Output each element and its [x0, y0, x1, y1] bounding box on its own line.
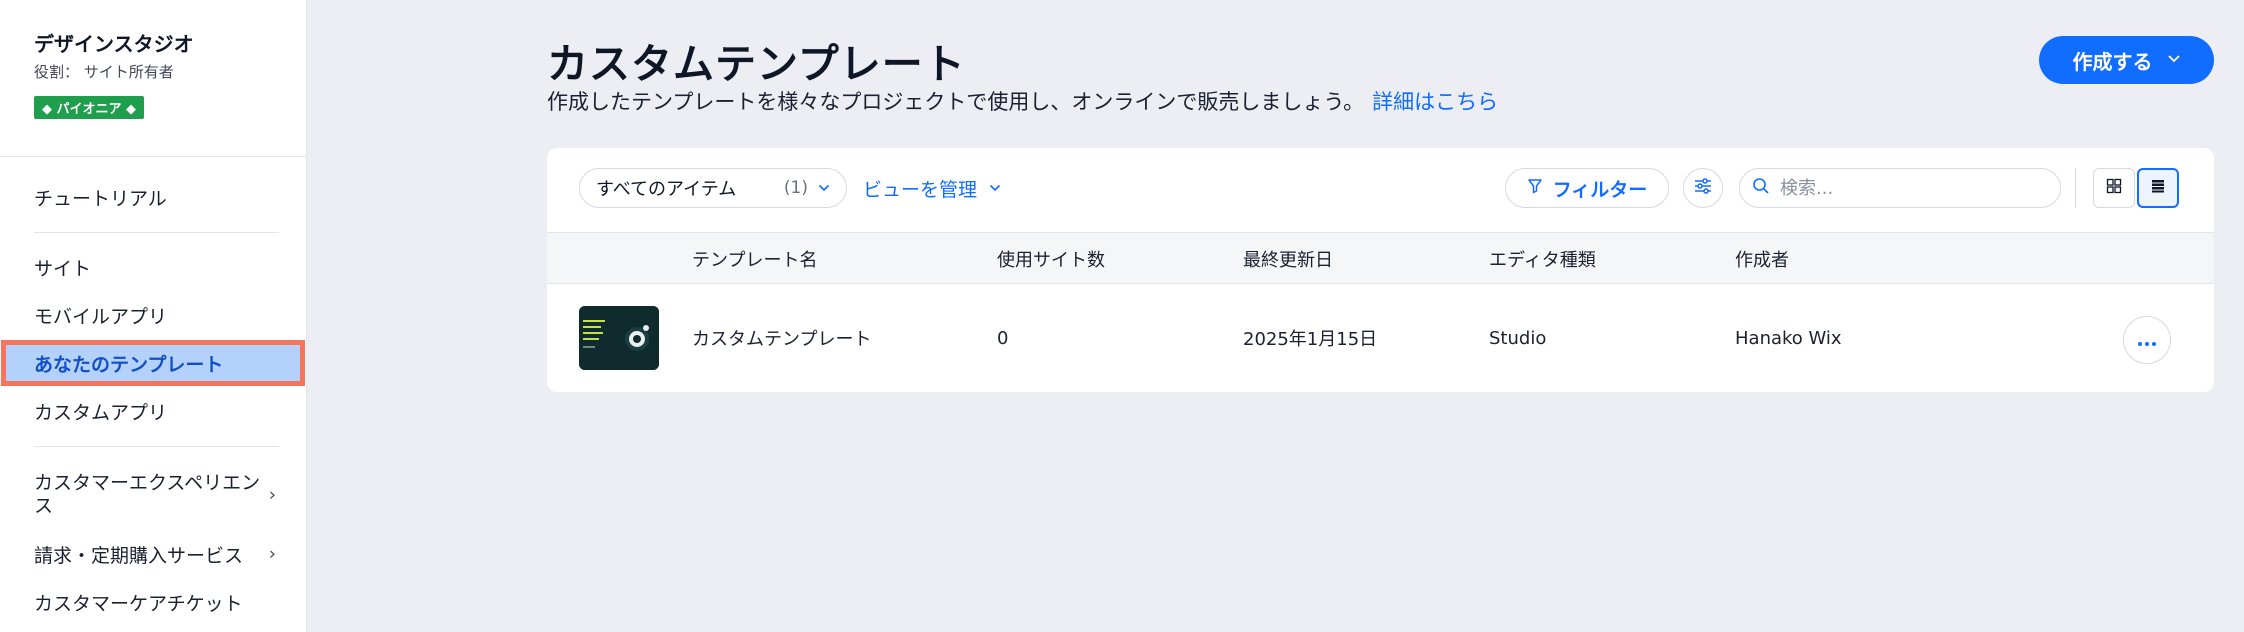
app: デザインスタジオ 役割： サイト所有者 ◆ パイオニア ◆ チュートリアル サイ…: [0, 0, 2244, 632]
sidebar-item-billing[interactable]: 請求・定期購入サービス ›: [0, 531, 306, 577]
more-actions-button[interactable]: [2123, 316, 2171, 364]
search-box[interactable]: [1739, 168, 2061, 208]
filter-button[interactable]: フィルター: [1505, 168, 1669, 208]
sidebar-item-tutorial[interactable]: チュートリアル: [0, 174, 306, 220]
sidebar-item-label: カスタマーエクスペリエンス: [34, 472, 261, 517]
page-subtitle: 作成したテンプレートを様々なプロジェクトで使用し、オンラインで販売しましょう。詳…: [547, 86, 1498, 116]
sidebar-item-care-tickets[interactable]: カスタマーケアチケット: [0, 579, 306, 625]
chevron-right-icon: ›: [268, 484, 276, 506]
create-button-label: 作成する: [2072, 49, 2153, 74]
sidebar-item-label: カスタムアプリ: [34, 401, 168, 424]
list-view-button[interactable]: [2137, 168, 2179, 208]
sidebar-item-label: モバイルアプリ: [34, 305, 168, 328]
list-icon: [2150, 178, 2166, 198]
chevron-down-icon: [2167, 52, 2181, 68]
sidebar-item-custom-apps[interactable]: カスタムアプリ: [0, 388, 306, 434]
table-row[interactable]: カスタムテンプレート 0 2025年1月15日 Studio Hanako Wi…: [547, 284, 2214, 392]
filter-icon: [1527, 177, 1543, 199]
sidebar-item-label: カスタマーケアチケット: [34, 592, 243, 615]
table-header: テンプレート名 使用サイト数 最終更新日 エディタ種類 作成者: [547, 232, 2214, 284]
cell-author: Hanako Wix: [1735, 327, 1842, 349]
account-info[interactable]: デザインスタジオ 役割： サイト所有者 ◆ パイオニア ◆: [34, 28, 194, 119]
templates-table-card: すべてのアイテム (1) ビューを管理 フィルター 検索... テンプレート名 …: [547, 148, 2214, 392]
column-header-updated[interactable]: 最終更新日: [1243, 233, 1333, 285]
grid-icon: [2106, 178, 2122, 198]
sidebar-item-label: チュートリアル: [34, 187, 167, 210]
sidebar-item-customer-experience[interactable]: カスタマーエクスペリエンス ›: [0, 466, 306, 524]
grid-view-button[interactable]: [2093, 168, 2135, 208]
subtitle-text: 作成したテンプレートを様々なプロジェクトで使用し、オンラインで販売しましょう。: [547, 90, 1365, 114]
sidebar: デザインスタジオ 役割： サイト所有者 ◆ パイオニア ◆ チュートリアル サイ…: [0, 0, 307, 632]
page-title: カスタムテンプレート: [547, 40, 966, 88]
sidebar-item-your-templates[interactable]: あなたのテンプレート: [1, 340, 305, 386]
cell-template-name: カスタムテンプレート: [692, 329, 872, 350]
column-header-editor[interactable]: エディタ種類: [1489, 233, 1596, 285]
sidebar-divider: [0, 156, 306, 157]
sidebar-item-mobile-apps[interactable]: モバイルアプリ: [0, 292, 306, 338]
sidebar-divider: [34, 232, 279, 233]
plan-badge: ◆ パイオニア ◆: [34, 96, 145, 119]
chevron-down-icon: [989, 181, 1001, 195]
sidebar-item-label: 請求・定期購入サービス: [34, 544, 244, 567]
main-content: カスタムテンプレート 作成したテンプレートを様々なプロジェクトで使用し、オンライ…: [307, 0, 2244, 632]
learn-more-link[interactable]: 詳細はこちら: [1372, 90, 1498, 114]
account-role: 役割： サイト所有者: [34, 63, 174, 81]
column-header-name[interactable]: テンプレート名: [692, 233, 817, 285]
more-icon: [2137, 328, 2157, 353]
column-header-sites[interactable]: 使用サイト数: [997, 233, 1105, 285]
view-select-label: すべてのアイテム: [596, 179, 737, 200]
account-name: デザインスタジオ: [34, 32, 194, 56]
sliders-icon: [1694, 178, 1712, 198]
table-toolbar: すべてのアイテム (1) ビューを管理 フィルター: [547, 148, 2214, 232]
sidebar-item-label: あなたのテンプレート: [34, 353, 224, 376]
cell-site-count: 0: [997, 327, 1009, 349]
toolbar-divider: [2075, 168, 2076, 208]
template-thumbnail: [579, 306, 659, 370]
cell-editor-type: Studio: [1489, 327, 1547, 349]
chevron-right-icon: ›: [268, 543, 276, 565]
sidebar-divider: [34, 446, 279, 447]
filter-label: フィルター: [1552, 178, 1648, 201]
chevron-down-icon: [818, 181, 830, 195]
sidebar-item-sites[interactable]: サイト: [0, 244, 306, 290]
column-header-author[interactable]: 作成者: [1735, 233, 1789, 285]
search-input[interactable]: [1780, 177, 2040, 199]
cell-last-updated: 2025年1月15日: [1243, 329, 1378, 350]
sidebar-item-label: サイト: [34, 257, 92, 280]
view-select-count: (1): [783, 178, 808, 198]
view-select-dropdown[interactable]: すべてのアイテム (1): [579, 168, 847, 208]
search-icon: [1752, 177, 1770, 199]
manage-views-label: ビューを管理: [863, 178, 978, 201]
create-button[interactable]: 作成する: [2039, 36, 2214, 84]
column-settings-button[interactable]: [1683, 168, 1723, 208]
manage-views-button[interactable]: ビューを管理: [863, 168, 1001, 208]
